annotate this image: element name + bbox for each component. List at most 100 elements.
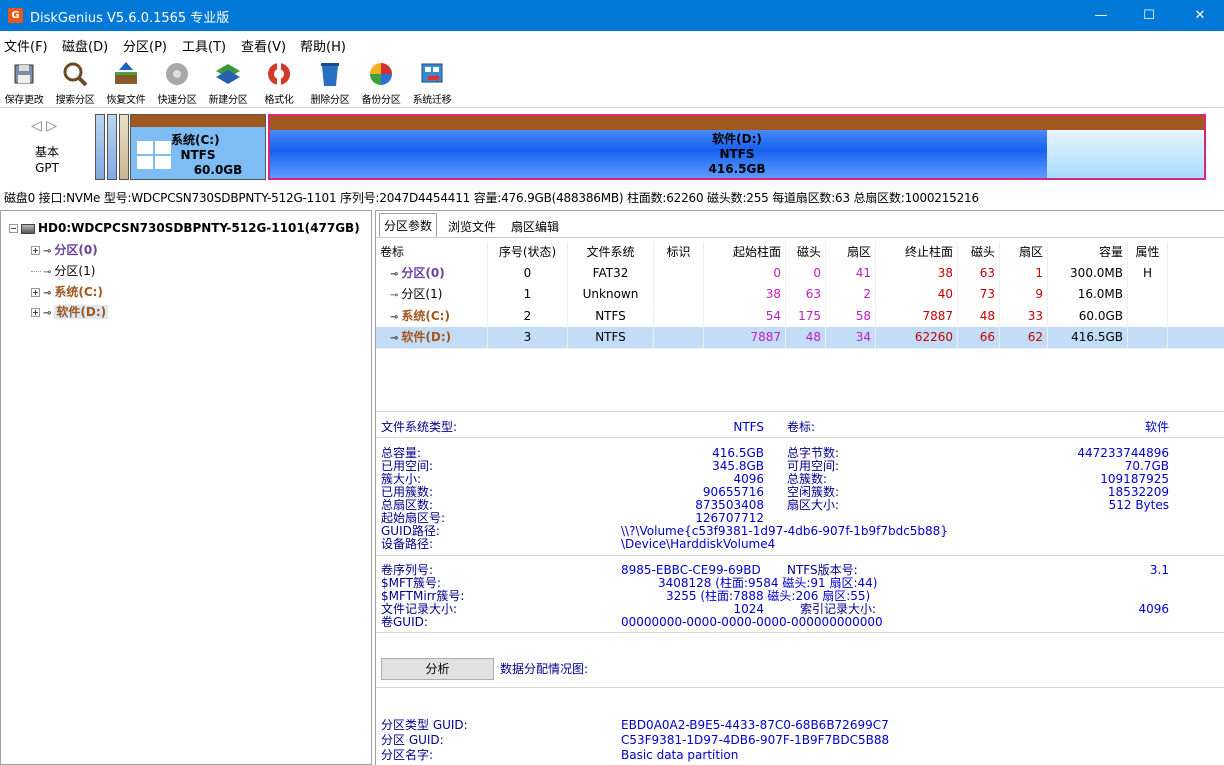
partition-0-bar[interactable]	[95, 114, 105, 180]
table-row[interactable]: ⊸ 分区(0) 0 FAT32 0 0 41 38 63 1 300.0MB H	[376, 263, 1224, 284]
cell: 0	[704, 263, 786, 284]
free-clusters-label: 空闲簇数:	[787, 485, 840, 499]
menu-partition[interactable]: 分区(P)	[123, 36, 167, 55]
recover-files-button[interactable]: 恢复文件	[102, 57, 150, 106]
col-header[interactable]: 起始柱面	[704, 242, 786, 263]
cell	[1128, 284, 1168, 305]
volume-guid-label: 卷GUID:	[381, 615, 428, 629]
minimize-button[interactable]: —	[1077, 0, 1125, 31]
menu-view[interactable]: 查看(V)	[241, 36, 286, 55]
partition-gap-bar[interactable]	[119, 114, 129, 180]
tab-browse-files[interactable]: 浏览文件	[444, 215, 500, 237]
start-sector-label: 起始扇区号:	[381, 511, 446, 525]
tree-item-label: 分区(0)	[54, 243, 98, 257]
sector-size-value: 512 Bytes	[1108, 498, 1169, 512]
tab-bar: 分区参数 浏览文件 扇区编辑	[376, 211, 1224, 237]
total-sectors-label: 总扇区数:	[381, 498, 434, 512]
cell: FAT32	[568, 263, 654, 284]
free-space-value: 70.7GB	[1124, 459, 1169, 473]
new-partition-icon	[216, 64, 240, 84]
cell-label: ⊸ 分区(1)	[376, 284, 488, 305]
format-button[interactable]: 格式化	[255, 57, 303, 106]
table-row[interactable]: ⊸ 系统(C:) 2 NTFS 54 175 58 7887 48 33 60.0…	[376, 306, 1224, 327]
expand-icon[interactable]: +	[31, 288, 40, 297]
menu-disk[interactable]: 磁盘(D)	[62, 36, 108, 55]
quick-partition-label: 快速分区	[157, 95, 197, 106]
partition-1-bar[interactable]	[107, 114, 117, 180]
cell: 48	[786, 327, 826, 348]
system-migration-button[interactable]: 系统迁移	[408, 57, 456, 106]
col-header[interactable]: 属性	[1128, 242, 1168, 263]
menu-bar: 文件(F) 磁盘(D) 分区(P) 工具(T) 查看(V) 帮助(H)	[0, 31, 1224, 55]
tree-item-partition-1[interactable]: ⊸ 分区(1)	[31, 262, 95, 279]
hard-disk-icon	[21, 223, 35, 234]
menu-help[interactable]: 帮助(H)	[300, 36, 346, 55]
col-header[interactable]: 扇区	[1000, 242, 1048, 263]
partition-d-fs: NTFS	[719, 147, 755, 161]
save-changes-button[interactable]: 保存更改	[0, 57, 48, 106]
col-header[interactable]: 扇区	[826, 242, 876, 263]
expand-icon[interactable]: +	[31, 308, 40, 317]
tab-sector-edit[interactable]: 扇区编辑	[507, 215, 563, 237]
backup-icon	[370, 63, 392, 85]
free-clusters-value: 18532209	[1107, 485, 1169, 499]
partition-details: 文件系统类型: NTFS 卷标: 软件 总容量: 416.5GB 总字节数: 4…	[376, 411, 1224, 765]
tree-item-partition-0[interactable]: + ⊸ 分区(0)	[31, 241, 98, 258]
disk-type-gpt: GPT	[35, 161, 59, 175]
total-bytes-label: 总字节数:	[787, 446, 840, 460]
expand-icon[interactable]: +	[31, 246, 40, 255]
col-header[interactable]: 磁头	[786, 242, 826, 263]
new-partition-button[interactable]: 新建分区	[204, 57, 252, 106]
col-header[interactable]: 标识	[654, 242, 704, 263]
maximize-button[interactable]: ☐	[1125, 0, 1173, 31]
table-row-selected[interactable]: ⊸ 软件(D:) 3 NTFS 7887 48 34 62260 66 62 41…	[376, 327, 1224, 348]
tree-item-label: 分区(1)	[54, 264, 96, 278]
col-header[interactable]: 文件系统	[568, 242, 654, 263]
tree-item-system-c[interactable]: + ⊸ 系统(C:)	[31, 283, 103, 300]
index-size-label: 索引记录大小:	[800, 602, 877, 616]
cell: 63	[786, 284, 826, 305]
menu-file[interactable]: 文件(F)	[4, 36, 48, 55]
partition-icon: ⊸	[43, 288, 52, 299]
mft-cluster-value: 3408128 (柱面:9584 磁头:91 扇区:44)	[658, 576, 878, 590]
cell	[1128, 306, 1168, 327]
cell: 175	[786, 306, 826, 327]
table-row[interactable]: ⊸ 分区(1) 1 Unknown 38 63 2 40 73 9 16.0MB	[376, 284, 1224, 305]
cell: 1	[1000, 263, 1048, 284]
mft-cluster-label: $MFT簇号:	[381, 576, 442, 590]
disk-nav-arrows[interactable]: ◁ ▷	[31, 118, 57, 134]
partition-c-usage-cap	[131, 115, 265, 127]
backup-partition-button[interactable]: 备份分区	[357, 57, 405, 106]
partition-icon: ⊸	[390, 312, 399, 323]
col-header[interactable]: 序号(状态)	[488, 242, 568, 263]
tree-disk-hd0[interactable]: − HD0:WDCPCSN730SDBPNTY-512G-1101(477GB)	[9, 221, 360, 235]
free-space-label: 可用空间:	[787, 459, 840, 473]
partition-d-bar[interactable]: 软件(D:) NTFS 416.5GB	[268, 114, 1206, 180]
cell	[1128, 327, 1168, 348]
search-partition-label: 搜索分区	[55, 95, 95, 106]
quick-partition-button[interactable]: 快速分区	[153, 57, 201, 106]
col-header[interactable]: 容量	[1048, 242, 1128, 263]
collapse-icon[interactable]: −	[9, 224, 18, 233]
migrate-icon	[421, 63, 443, 83]
search-partition-button[interactable]: 搜索分区	[51, 57, 99, 106]
cell: 300.0MB	[1048, 263, 1128, 284]
tab-partition-params[interactable]: 分区参数	[379, 213, 438, 237]
col-header[interactable]: 磁头	[958, 242, 1000, 263]
menu-tools[interactable]: 工具(T)	[182, 36, 226, 55]
col-header[interactable]: 终止柱面	[876, 242, 958, 263]
sector-size-label: 扇区大小:	[787, 498, 840, 512]
partition-c-bar[interactable]: 系统(C:) NTFS 60.0GB	[130, 114, 266, 180]
toolbar: 保存更改 搜索分区 恢复文件 快速分区 新建分区 格式化 删除分区 备份分区 系…	[0, 55, 1224, 107]
tree-item-label: 软件(D:)	[54, 305, 109, 319]
cell: 58	[826, 306, 876, 327]
close-button[interactable]: ✕	[1176, 0, 1224, 31]
cell: 62	[1000, 327, 1048, 348]
new-partition-label: 新建分区	[208, 95, 248, 106]
col-header[interactable]: 卷标	[376, 242, 488, 263]
tree-item-software-d[interactable]: + ⊸ 软件(D:)	[31, 303, 109, 320]
analyze-button[interactable]: 分析	[381, 658, 494, 680]
total-clusters-label: 总簇数:	[787, 472, 828, 486]
cell: 3	[488, 327, 568, 348]
delete-partition-button[interactable]: 删除分区	[306, 57, 354, 106]
